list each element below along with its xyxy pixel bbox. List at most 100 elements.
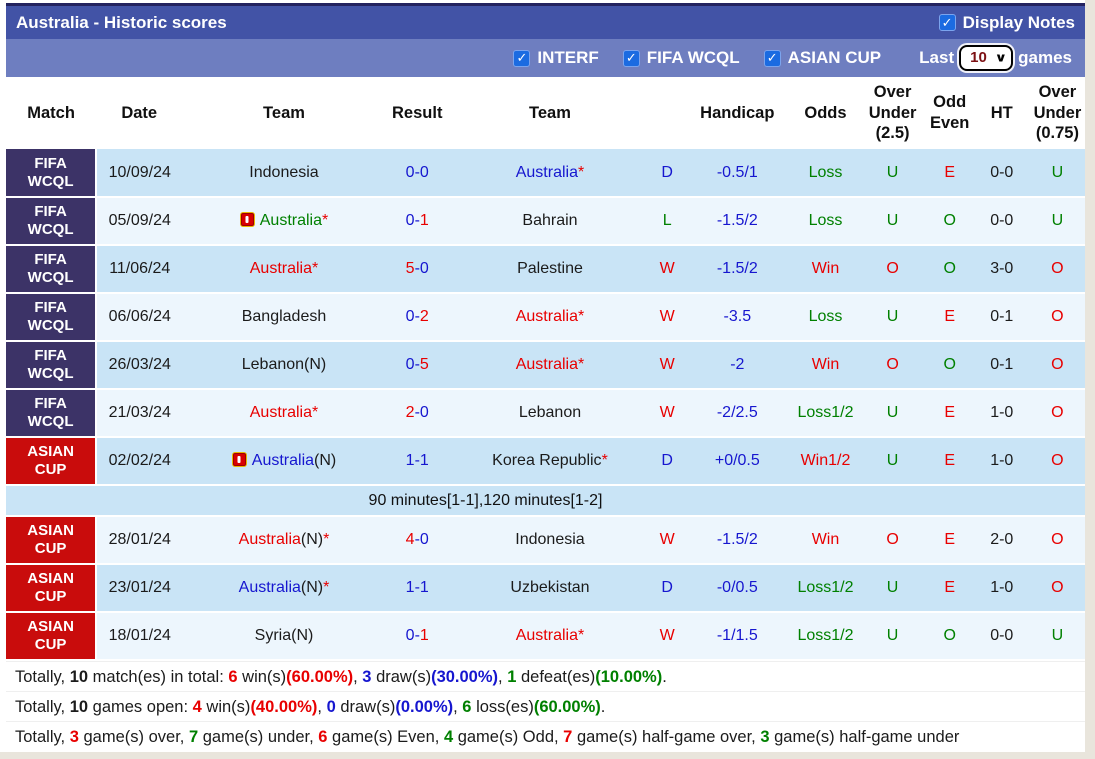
over-under-075-result: O [1029,437,1085,486]
away-team[interactable]: Uzbekistan [448,564,652,613]
full-time-score: 5-0 [385,245,449,294]
text-segment: O [1051,579,1064,596]
odd-even-result: E [925,389,974,438]
text-segment: 5 [405,260,415,277]
text-segment: -2/2.5 [716,404,758,421]
text-segment: 5 [419,356,429,373]
text-segment: Australia [259,212,322,229]
odd-even-result: O [925,341,974,390]
filter-bar: ✓ INTERF ✓ FIFA WCQL ✓ ASIAN CUP Last 10 ∨ ga… [6,39,1085,77]
text-segment: * [312,260,319,277]
competition-badge[interactable]: FIFA WCQL [6,245,98,294]
text-segment: 0- [405,627,420,644]
match-date: 21/03/24 [96,389,183,438]
text-segment: 1 [419,212,429,229]
text-segment: * [577,163,585,181]
competition-badge[interactable]: ASIAN CUP [6,516,98,565]
competition-badge[interactable]: ASIAN CUP [6,612,98,661]
text-segment: 05/09/24 [108,212,171,229]
over-under-25-result: U [859,197,926,246]
match-row: FIFA WCQL 06/06/24 Bangladesh 0-2 Australia* W… [6,293,1085,342]
filter-checkbox-interf[interactable]: ✓ INTERF [513,48,599,68]
away-team[interactable]: Palestine [448,245,652,294]
text-segment: O [1051,260,1064,277]
home-team[interactable]: Australia* [182,197,386,246]
text-segment: L [662,212,672,229]
match-date: 02/02/24 [96,437,183,486]
away-team[interactable]: Bahrain [448,197,652,246]
text-segment: 1-1 [405,579,429,596]
column-header: Match [6,77,97,149]
handicap-value: -0.5/1 [683,149,792,198]
home-team[interactable]: Australia(N)* [182,516,386,565]
half-time-score: 0-0 [973,612,1030,661]
away-team[interactable]: Australia* [448,341,652,390]
competition-badge[interactable]: ASIAN CUP [6,437,98,486]
text-segment: * [323,579,330,596]
over-under-25-result: U [859,293,926,342]
home-team[interactable]: Indonesia [182,149,386,198]
home-team[interactable]: Lebanon(N) [182,341,386,390]
text-segment: game(s) over, [78,728,189,746]
text-segment: 4 [192,698,202,716]
filter-checkboxes: ✓ INTERF ✓ FIFA WCQL ✓ ASIAN CUP [513,48,881,68]
competition-badge[interactable]: FIFA WCQL [6,389,98,438]
competition-badge[interactable]: FIFA WCQL [6,149,98,198]
home-team[interactable]: Syria(N) [182,612,386,661]
away-team[interactable]: Australia* [448,293,652,342]
handicap-odds-result: Win [791,516,860,565]
text-segment: 0-0 [990,627,1014,644]
away-team[interactable]: Indonesia [448,516,652,565]
text-segment: -1.5/2 [716,531,758,548]
result-letter: D [651,564,684,613]
display-notes-checkbox[interactable]: ✓ Display Notes [938,13,1075,33]
handicap-odds-result: Loss [791,149,860,198]
text-segment: 7 [188,728,199,746]
competition-badge[interactable]: FIFA WCQL [6,341,98,390]
home-team[interactable]: Australia* [182,245,386,294]
competition-badge[interactable]: FIFA WCQL [6,293,98,342]
text-segment: game(s) half-game over, [572,728,761,746]
title-bar: Australia - Historic scores ✓ Display No… [6,3,1085,39]
away-team[interactable]: Lebanon [448,389,652,438]
match-row: ASIAN CUP 23/01/24 Australia(N)* 1-1 Uzbekist… [6,564,1085,613]
away-team[interactable]: Australia* [448,612,652,661]
competition-badge[interactable]: FIFA WCQL [6,197,98,246]
full-time-score: 2-0 [385,389,449,438]
filter-checkbox-asian-cup[interactable]: ✓ ASIAN CUP [763,48,881,68]
away-team[interactable]: Korea Republic* [448,437,652,486]
home-team[interactable]: Australia(N)* [182,564,386,613]
text-segment: Loss [808,308,843,325]
text-segment: 06/06/24 [108,308,171,325]
text-segment: 0-1 [990,308,1014,325]
text-segment: 10/09/24 [108,163,171,181]
text-segment: O [943,627,956,644]
text-segment: 2-0 [990,531,1014,548]
games-label: games [1018,48,1072,67]
text-segment: Indonesia [515,531,585,548]
text-segment: 0- [405,212,420,229]
home-team[interactable]: Bangladesh [182,293,386,342]
match-note: 90 minutes[1-1],120 minutes[1-2] [6,485,1085,517]
text-segment: -2 [730,356,745,373]
games-count-select[interactable]: 10 [959,45,1014,71]
text-segment: game(s) half-game under [769,728,960,746]
full-time-score: 0-2 [385,293,449,342]
away-team[interactable]: Australia* [448,149,652,198]
text-segment: Australia [515,627,578,644]
summary-line: Totally, 10 match(es) in total: 6 win(s)… [6,661,1085,691]
filter-checkbox-fifa-wcql[interactable]: ✓ FIFA WCQL [622,48,740,68]
text-segment: U [886,308,899,325]
match-date: 10/09/24 [96,149,183,198]
half-time-score: 0-1 [973,341,1030,390]
home-team[interactable]: Australia* [182,389,386,438]
text-segment: draw(s) [335,698,396,716]
text-segment: 21/03/24 [108,404,171,421]
text-segment: U [1051,212,1064,229]
home-team[interactable]: Australia(N) [182,437,386,486]
competition-badge[interactable]: ASIAN CUP [6,564,98,613]
text-segment: O [1051,452,1064,469]
text-segment: E [944,308,956,325]
text-segment: -1/1.5 [716,627,758,644]
over-under-075-result: U [1029,149,1085,198]
